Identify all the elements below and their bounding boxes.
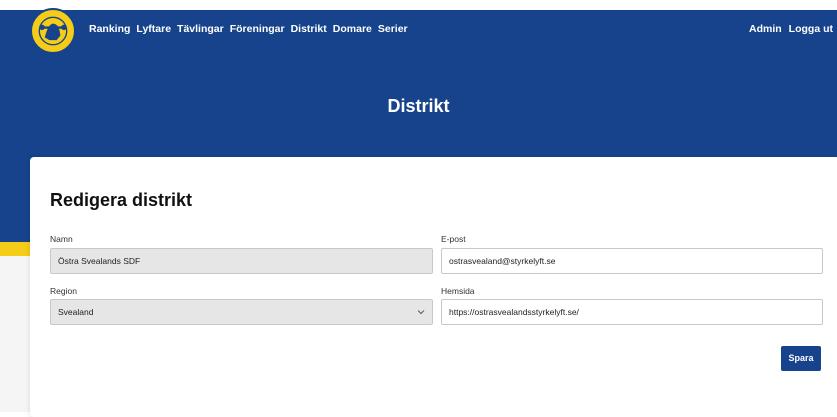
name-label: Namn (50, 234, 73, 244)
main-nav: Ranking Lyftare Tävlingar Föreningar Dis… (89, 22, 408, 36)
nav-item-ranking[interactable]: Ranking (89, 22, 130, 36)
logo-icon (33, 11, 73, 51)
nav-item-tavlingar[interactable]: Tävlingar (177, 22, 224, 36)
region-select[interactable]: Svealand (50, 299, 433, 325)
nav-item-admin[interactable]: Admin (749, 22, 782, 36)
logo[interactable] (30, 8, 76, 54)
name-field: Östra Svealands SDF (50, 248, 433, 274)
nav-item-lyftare[interactable]: Lyftare (136, 22, 171, 36)
accent-stripe (0, 242, 30, 256)
user-nav: Admin Logga ut (749, 22, 833, 36)
email-label: E-post (441, 234, 466, 244)
region-label: Region (50, 286, 77, 296)
region-select-value: Svealand (58, 307, 94, 317)
website-field[interactable]: https://ostrasvealandsstyrkelyft.se/ (441, 299, 823, 325)
page-title: Distrikt (387, 96, 450, 116)
website-label: Hemsida (441, 286, 475, 296)
email-field[interactable]: ostrasvealand@styrkelyft.se (441, 248, 823, 274)
nav-item-serier[interactable]: Serier (378, 22, 408, 36)
logout-link[interactable]: Logga ut (789, 22, 833, 36)
top-strip (0, 0, 837, 10)
chevron-down-icon (417, 310, 425, 315)
nav-item-domare[interactable]: Domare (333, 22, 372, 36)
form-title: Redigera distrikt (50, 190, 193, 210)
edit-district-card: Redigera distrikt Namn Östra Svealands S… (30, 157, 837, 417)
save-button[interactable]: Spara (781, 346, 821, 371)
nav-item-foreningar[interactable]: Föreningar (230, 22, 285, 36)
nav-item-distrikt[interactable]: Distrikt (291, 22, 327, 36)
